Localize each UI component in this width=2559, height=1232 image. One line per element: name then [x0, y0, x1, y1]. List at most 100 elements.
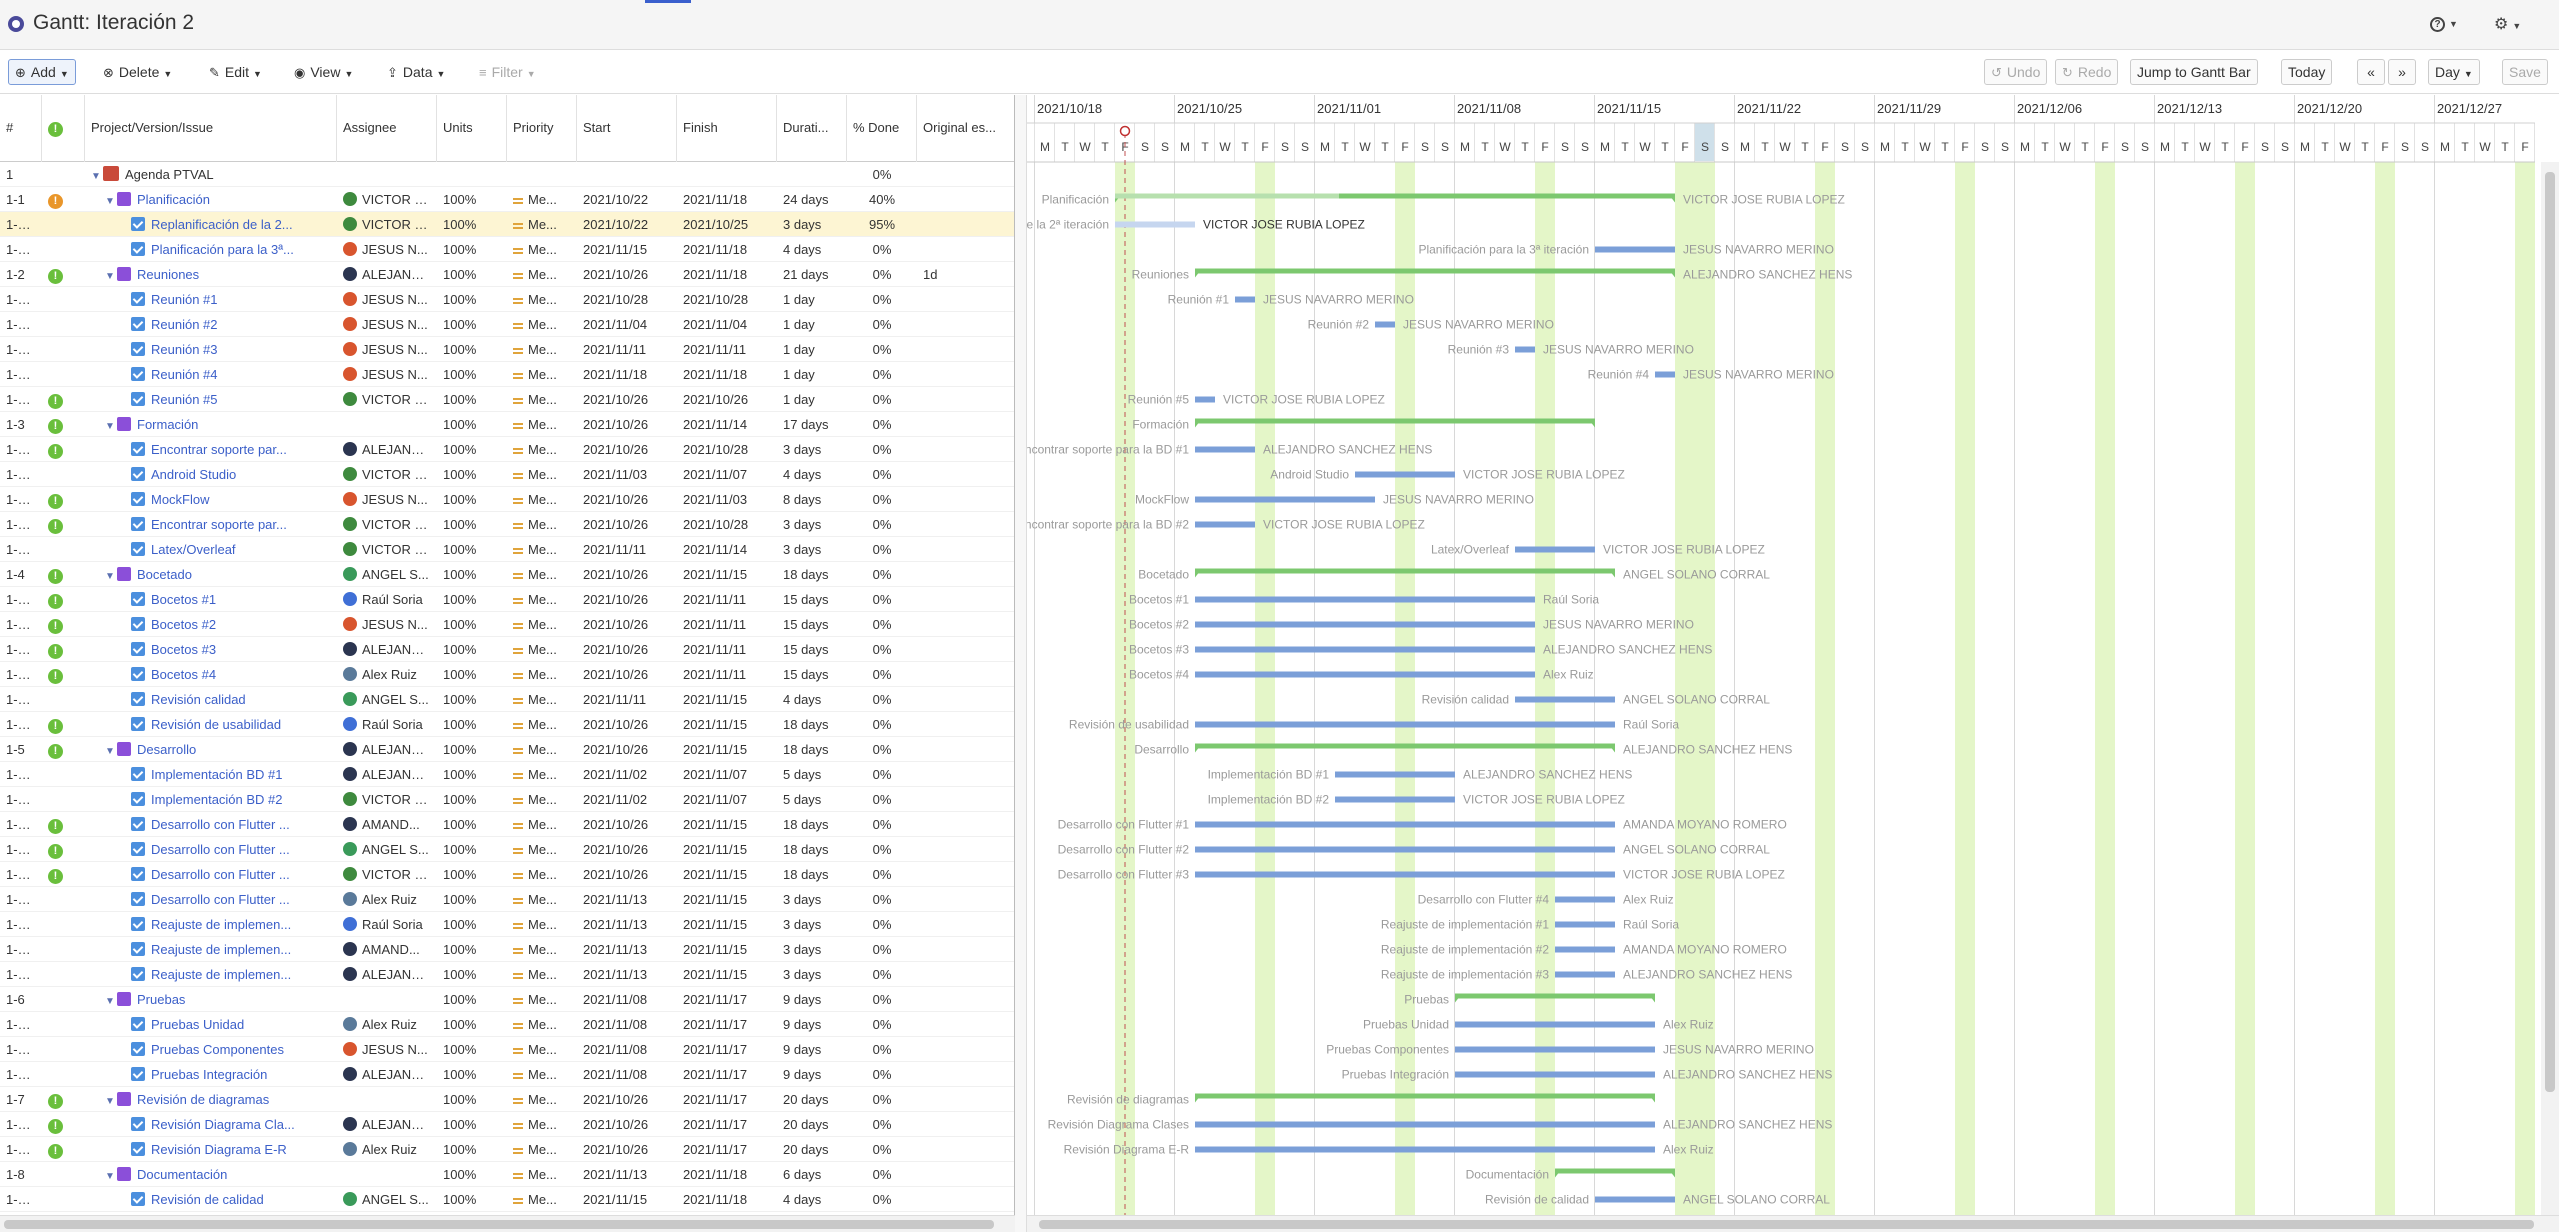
jump-to-gantt-bar-button[interactable]: Jump to Gantt Bar — [2130, 59, 2258, 85]
cell-name[interactable]: Encontrar soporte par... — [85, 512, 337, 537]
collapse-icon[interactable]: ▼ — [105, 739, 117, 762]
cell-name[interactable]: Desarrollo con Flutter ... — [85, 837, 337, 862]
row-name[interactable]: Revisión Diagrama E-R — [151, 1142, 287, 1157]
issue-bar[interactable] — [1195, 396, 1215, 403]
edit-button[interactable]: ✎ Edit ▼ — [202, 59, 269, 85]
table-row[interactable]: 1-3-4! Encontrar soporte par... VICTOR J..… — [0, 512, 1014, 537]
table-row[interactable]: 1-4! ▼ Bocetado ANGEL S... 100% Me... 2021/10/… — [0, 562, 1014, 587]
row-name[interactable]: Encontrar soporte par... — [151, 517, 287, 532]
table-row[interactable]: 1 ▼ Agenda PTVAL 0% — [0, 162, 1014, 187]
scale-select[interactable]: Day ▼ — [2428, 59, 2480, 85]
cell-name[interactable]: Reajuste de implemen... — [85, 962, 337, 987]
column-header-assignee[interactable]: Assignee — [337, 95, 437, 162]
row-name[interactable]: Bocetado — [137, 567, 192, 582]
table-row[interactable]: 1-6-2 Pruebas Componentes JESUS N... 100% Me… — [0, 1037, 1014, 1062]
issue-bar[interactable] — [1595, 246, 1675, 253]
table-row[interactable]: 1-5! ▼ Desarrollo ALEJAND... 100% Me... 2021/1… — [0, 737, 1014, 762]
row-name[interactable]: Pruebas Unidad — [151, 1017, 244, 1032]
cell-name[interactable]: MockFlow — [85, 487, 337, 512]
row-name[interactable]: Reunión #5 — [151, 392, 218, 407]
collapse-icon[interactable]: ▼ — [91, 164, 103, 187]
cell-name[interactable]: ▼ Revisión de diagramas — [85, 1087, 337, 1112]
help-button[interactable]: ? ▼ — [2430, 14, 2470, 36]
row-name[interactable]: MockFlow — [151, 492, 210, 507]
issue-bar[interactable] — [1455, 1071, 1655, 1078]
cell-name[interactable]: Revisión de calidad — [85, 1187, 337, 1212]
cell-name[interactable]: Desarrollo con Flutter ... — [85, 812, 337, 837]
issue-bar[interactable] — [1195, 871, 1615, 878]
row-name[interactable]: Reajuste de implemen... — [151, 942, 291, 957]
issue-bar[interactable] — [1335, 771, 1455, 778]
table-row[interactable]: 1-4-2! Bocetos #2 JESUS N... 100% Me... 2021/… — [0, 612, 1014, 637]
pane-splitter[interactable] — [1015, 95, 1027, 1232]
issue-bar[interactable] — [1515, 346, 1535, 353]
row-name[interactable]: Desarrollo con Flutter ... — [151, 892, 290, 907]
cell-name[interactable]: Latex/Overleaf — [85, 537, 337, 562]
row-name[interactable]: Planificación para la 3ª... — [151, 242, 294, 257]
filter-button[interactable]: ≡ Filter ▼ — [472, 59, 543, 85]
cell-name[interactable]: Revisión Diagrama Cla... — [85, 1112, 337, 1137]
cell-name[interactable]: Reunión #3 — [85, 337, 337, 362]
row-name[interactable]: Latex/Overleaf — [151, 542, 236, 557]
issue-bar[interactable] — [1555, 921, 1615, 928]
column-header-duration[interactable]: Durati... — [777, 95, 847, 162]
table-row[interactable]: 1-6-3 Pruebas Integración ALEJAND... 100% Me… — [0, 1062, 1014, 1087]
cell-name[interactable]: Desarrollo con Flutter ... — [85, 862, 337, 887]
cell-name[interactable]: Bocetos #1 — [85, 587, 337, 612]
column-header-original-estimate[interactable]: Original es... — [917, 95, 1014, 162]
row-name[interactable]: Documentación — [137, 1167, 227, 1182]
version-bar[interactable] — [1195, 743, 1615, 749]
table-row[interactable]: 1-1-1 Replanificación de la 2... VICTOR J.… — [0, 212, 1014, 237]
next-period-button[interactable]: » — [2388, 59, 2416, 85]
table-row[interactable]: 1-2-2 Reunión #2 JESUS N... 100% Me... 2021/1… — [0, 312, 1014, 337]
cell-name[interactable]: ▼ Planificación — [85, 187, 337, 212]
table-row[interactable]: 1-4-3! Bocetos #3 ALEJAND... 100% Me... 2021/… — [0, 637, 1014, 662]
table-row[interactable]: 1-8-1 Revisión de calidad ANGEL S... 100% Me… — [0, 1187, 1014, 1212]
row-name[interactable]: Desarrollo con Flutter ... — [151, 817, 290, 832]
table-row[interactable]: 1-5-7 Reajuste de implemen... Raúl Soria 10… — [0, 912, 1014, 937]
version-bar[interactable] — [1195, 268, 1675, 274]
version-bar[interactable] — [1555, 1168, 1675, 1174]
table-row[interactable]: 1-3-5 Latex/Overleaf VICTOR J... 100% Me... 2… — [0, 537, 1014, 562]
cell-name[interactable]: Pruebas Componentes — [85, 1037, 337, 1062]
row-name[interactable]: Desarrollo con Flutter ... — [151, 842, 290, 857]
issue-bar[interactable] — [1375, 321, 1395, 328]
issue-bar[interactable] — [1195, 1146, 1655, 1153]
column-header-units[interactable]: Units — [437, 95, 507, 162]
cell-name[interactable]: Reunión #5 — [85, 387, 337, 412]
issue-bar[interactable] — [1455, 1021, 1655, 1028]
table-row[interactable]: 1-2! ▼ Reuniones ALEJAND... 100% Me... 2021/10… — [0, 262, 1014, 287]
redo-button[interactable]: ↻ Redo — [2055, 59, 2119, 85]
scrollbar-thumb[interactable] — [2545, 172, 2555, 1092]
table-row[interactable]: 1-4-6! Revisión de usabilidad Raúl Soria 10… — [0, 712, 1014, 737]
row-name[interactable]: Implementación BD #1 — [151, 767, 283, 782]
table-row[interactable]: 1-2-1 Reunión #1 JESUS N... 100% Me... 2021/1… — [0, 287, 1014, 312]
table-row[interactable]: 1-1-2 Planificación para la 3ª... JESUS N.… — [0, 237, 1014, 262]
row-name[interactable]: Revisión calidad — [151, 692, 246, 707]
column-header-start[interactable]: Start — [577, 95, 677, 162]
row-name[interactable]: Reunión #1 — [151, 292, 218, 307]
row-name[interactable]: Implementación BD #2 — [151, 792, 283, 807]
previous-period-button[interactable]: « — [2357, 59, 2385, 85]
issue-bar[interactable] — [1195, 821, 1615, 828]
issue-bar[interactable] — [1355, 471, 1455, 478]
row-name[interactable]: Pruebas Componentes — [151, 1042, 284, 1057]
row-name[interactable]: Encontrar soporte par... — [151, 442, 287, 457]
cell-name[interactable]: Replanificación de la 2... — [85, 212, 337, 237]
gantt-horizontal-scrollbar[interactable] — [1027, 1215, 2559, 1232]
row-name[interactable]: Desarrollo con Flutter ... — [151, 867, 290, 882]
table-row[interactable]: 1-5-5! Desarrollo con Flutter ... VICTOR J… — [0, 862, 1014, 887]
table-row[interactable]: 1-7-2! Revisión Diagrama E-R Alex Ruiz 100%… — [0, 1137, 1014, 1162]
row-name[interactable]: Revisión de calidad — [151, 1192, 264, 1207]
row-name[interactable]: Bocetos #2 — [151, 617, 216, 632]
issue-bar[interactable] — [1195, 496, 1375, 503]
cell-name[interactable]: ▼ Pruebas — [85, 987, 337, 1012]
column-header-warning[interactable]: ! — [42, 95, 85, 162]
data-button[interactable]: ⇪ Data ▼ — [380, 59, 452, 85]
cell-name[interactable]: Revisión de usabilidad — [85, 712, 337, 737]
collapse-icon[interactable]: ▼ — [105, 189, 117, 212]
table-row[interactable]: 1-6 ▼ Pruebas 100% Me... 2021/11/08 2021/11/17… — [0, 987, 1014, 1012]
row-name[interactable]: Reuniones — [137, 267, 199, 282]
collapse-icon[interactable]: ▼ — [105, 989, 117, 1012]
table-row[interactable]: 1-5-4! Desarrollo con Flutter ... ANGEL S.… — [0, 837, 1014, 862]
